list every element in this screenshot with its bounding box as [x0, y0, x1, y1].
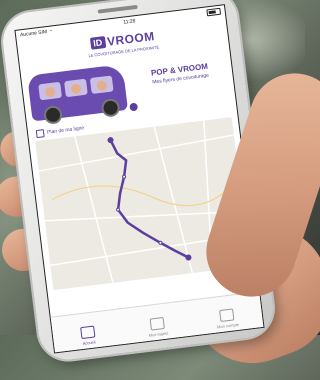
- car-wheel: [100, 97, 121, 118]
- passenger-figure: [44, 86, 56, 98]
- tab-home[interactable]: Accueil: [67, 324, 109, 348]
- passenger-figure: [70, 83, 82, 95]
- battery-icon: [206, 7, 222, 16]
- phone-speaker: [97, 4, 138, 14]
- map-link-label: Plan de ma ligne: [46, 125, 85, 136]
- tab-account[interactable]: Mon compte: [206, 307, 248, 331]
- banner-text: POP & VROOM Mes flyers de covoiturage: [131, 59, 228, 88]
- car-illustration: [27, 64, 128, 125]
- car-window: [64, 78, 88, 98]
- status-time: 11:28: [123, 18, 136, 26]
- tab-trips[interactable]: Mes trajets: [137, 315, 179, 339]
- route-stop-marker[interactable]: [122, 174, 127, 179]
- home-icon: [80, 325, 96, 340]
- car-window: [38, 81, 63, 101]
- tab-label: Mes trajets: [148, 330, 169, 338]
- passenger-figure: [96, 80, 108, 92]
- logo-mark: ID: [89, 36, 106, 50]
- wifi-icon: ◔: [48, 28, 53, 35]
- car-window: [89, 75, 114, 95]
- map-icon: [35, 129, 45, 139]
- route-stop-marker[interactable]: [158, 240, 163, 245]
- plus-icon: [129, 102, 139, 112]
- tab-label: Accueil: [82, 339, 96, 346]
- route-stop-marker[interactable]: [116, 207, 121, 212]
- user-icon: [219, 308, 235, 323]
- tab-label: Mon compte: [216, 321, 240, 330]
- map-highway: [52, 176, 240, 207]
- car-wheel: [43, 104, 64, 125]
- car-icon: [149, 316, 165, 331]
